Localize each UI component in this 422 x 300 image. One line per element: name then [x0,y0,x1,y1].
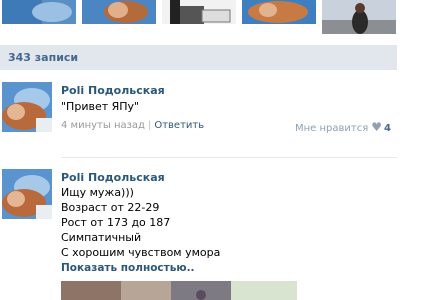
photo-thumbnail[interactable] [242,0,316,24]
post-text-line: Симпатичный [61,231,142,244]
avatar[interactable] [2,169,52,219]
reply-link[interactable]: Ответить [154,120,204,131]
heart-icon: ♥ [371,120,383,134]
meta-separator: | [147,120,152,131]
post-text: "Привет ЯПу" [61,100,140,113]
like-button[interactable]: Мне нравится ♥ 4 [295,120,391,134]
post-meta: 4 минуты назад | Ответить [61,120,204,131]
like-label: Мне нравится [295,123,369,134]
post-text-line: Ищу мужа))) [61,186,134,199]
post-divider [61,157,397,158]
avatar[interactable] [2,82,52,132]
post-text-line: Возраст от 22-29 [61,201,160,214]
post-time[interactable]: 4 минуты назад [61,120,145,131]
photo-thumbnail[interactable] [82,0,156,24]
post-text-line: Рост от 173 до 187 [61,216,171,229]
photo-thumbnail[interactable] [322,0,396,34]
photo-thumbnail[interactable] [162,0,236,24]
post-text-line: С хорошим чувством умора [61,246,221,259]
photo-strip [0,0,422,36]
wall-post: Poli Подольская "Привет ЯПу" 4 минуты на… [0,80,397,150]
show-more-link[interactable]: Показать полностью.. [61,262,195,274]
photo-thumbnail[interactable] [2,0,76,24]
like-count: 4 [384,123,391,134]
wall-post-count: 343 записи [0,45,397,70]
post-author[interactable]: Poli Подольская [61,84,165,97]
post-author[interactable]: Poli Подольская [61,171,165,184]
post-photo[interactable] [61,281,297,300]
